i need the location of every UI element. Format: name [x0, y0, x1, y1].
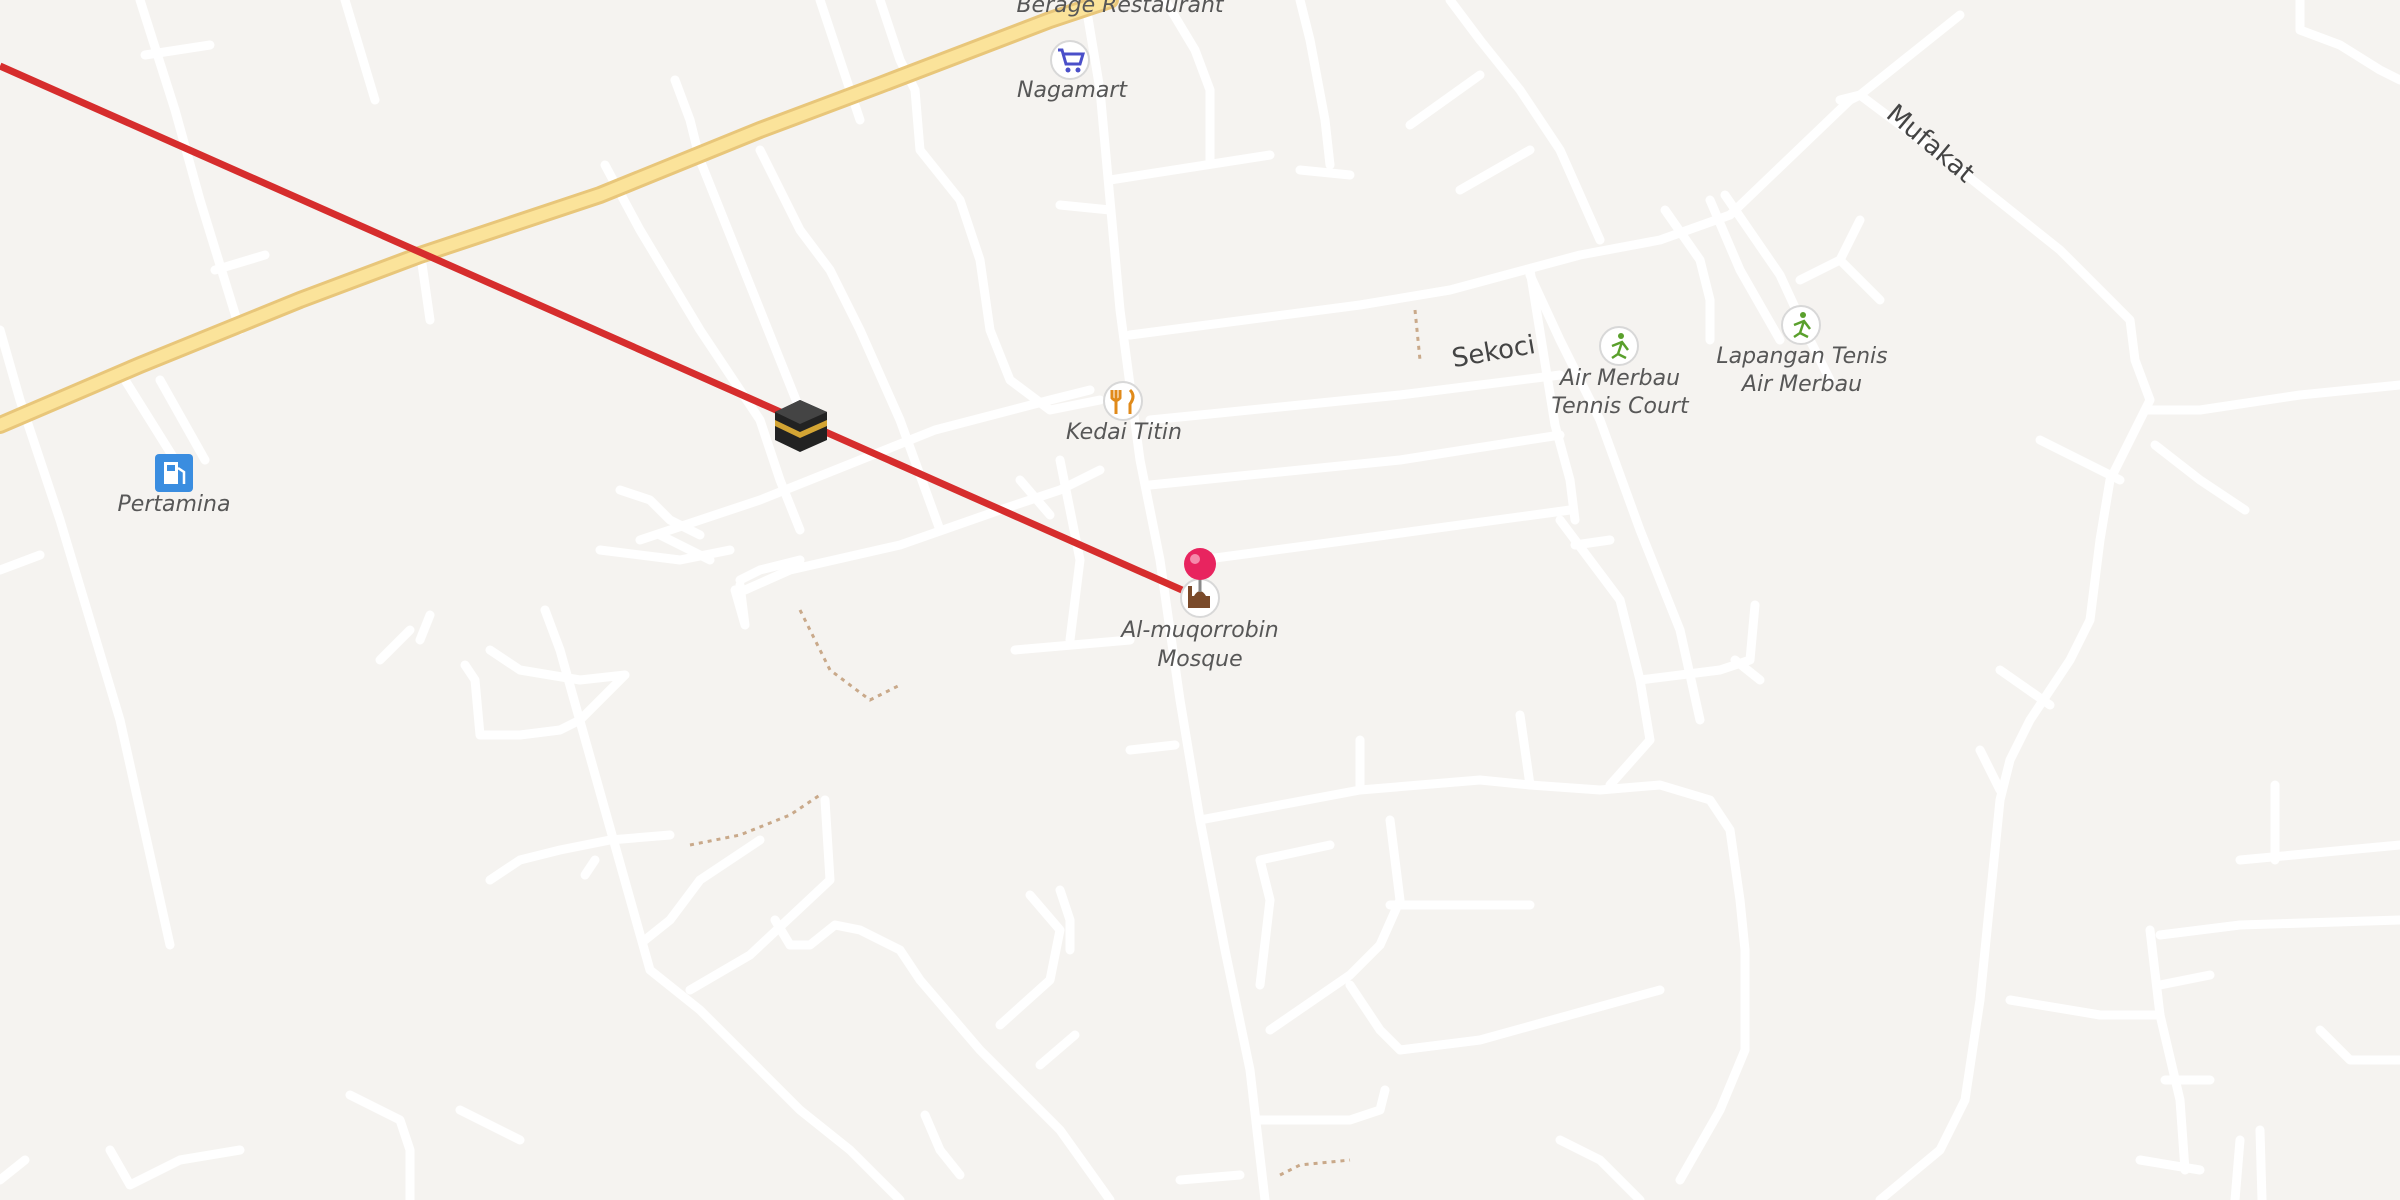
poi-label-mosque-line2: Mosque	[1157, 647, 1242, 672]
poi-label-tennis2-line2: Air Merbau	[1740, 372, 1862, 397]
poi-label-pertamina: Pertamina	[118, 492, 231, 517]
fuel-pump-icon[interactable]	[155, 454, 193, 492]
poi-label-kedai-titin: Kedai Titin	[1066, 420, 1182, 445]
poi-label-restaurant-top: Berage Restaurant	[1016, 0, 1224, 18]
poi-label-mosque-line1: Al-muqorrobin	[1119, 618, 1278, 643]
poi-label-tennis1-line2: Tennis Court	[1551, 394, 1690, 419]
fork-knife-icon[interactable]	[1103, 381, 1143, 421]
poi-label-tennis2-line1: Lapangan Tenis	[1716, 344, 1887, 369]
poi-label-nagamart: Nagamart	[1017, 78, 1128, 103]
shopping-cart-icon[interactable]	[1050, 40, 1090, 80]
tennis-icon[interactable]	[1781, 305, 1821, 345]
tennis-icon[interactable]	[1599, 326, 1639, 366]
poi-label-tennis1-line1: Air Merbau	[1558, 366, 1680, 391]
map-canvas[interactable]: Sekoci Mufakat Berage Restaurant Nagamar…	[0, 0, 2400, 1200]
